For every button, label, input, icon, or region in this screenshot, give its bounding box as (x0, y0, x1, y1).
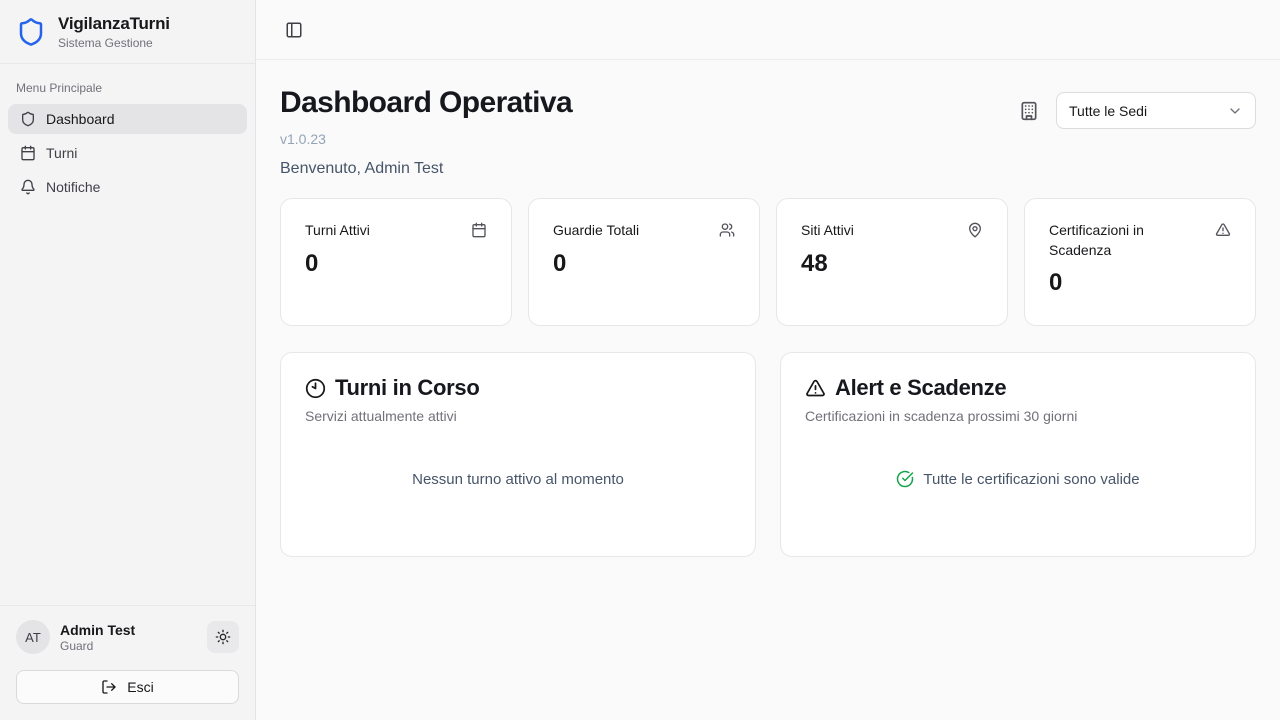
sidebar-menu: Dashboard Turni Notifiche (0, 104, 255, 202)
shield-icon (20, 111, 36, 127)
sidebar-item-label: Turni (46, 145, 77, 161)
bell-icon (20, 179, 36, 195)
calendar-icon (20, 145, 36, 161)
stat-value: 0 (1049, 269, 1231, 297)
logout-button[interactable]: Esci (16, 670, 239, 704)
stat-card-guardie-totali: Guardie Totali 0 (528, 198, 760, 326)
sidebar-item-label: Dashboard (46, 111, 115, 127)
empty-message: Nessun turno attivo al momento (412, 471, 624, 488)
building-icon (1019, 101, 1039, 121)
sidebar-item-turni[interactable]: Turni (8, 138, 247, 168)
panel-left-icon (285, 21, 303, 39)
panel-title-row: Turni in Corso (305, 375, 731, 401)
user-role: Guard (60, 639, 135, 653)
map-pin-icon (967, 222, 983, 238)
panel-turni-in-corso: Turni in Corso Servizi attualmente attiv… (280, 352, 756, 557)
stat-head: Guardie Totali (553, 221, 735, 241)
panel-title: Turni in Corso (335, 375, 480, 401)
dashboard-content: Dashboard Operativa v1.0.23 Benvenuto, A… (256, 60, 1280, 581)
stat-head: Turni Attivi (305, 221, 487, 241)
sidebar-footer: AT Admin Test Guard Esci (0, 605, 255, 720)
stat-label: Certificazioni in Scadenza (1049, 221, 1207, 260)
main-area: Dashboard Operativa v1.0.23 Benvenuto, A… (256, 0, 1280, 720)
avatar: AT (16, 620, 50, 654)
sidebar-item-label: Notifiche (46, 179, 100, 195)
alert-triangle-icon (1215, 222, 1231, 238)
stat-card-siti-attivi: Siti Attivi 48 (776, 198, 1008, 326)
brand-text: VigilanzaTurni Sistema Gestione (58, 14, 170, 50)
topbar (256, 0, 1280, 60)
calendar-icon (471, 222, 487, 238)
stat-value: 48 (801, 250, 983, 278)
version-label: v1.0.23 (280, 131, 572, 147)
users-icon (719, 222, 735, 238)
app-subtitle: Sistema Gestione (58, 36, 170, 50)
user-info: AT Admin Test Guard (16, 620, 239, 654)
app-title: VigilanzaTurni (58, 14, 170, 34)
sidebar-item-notifiche[interactable]: Notifiche (8, 172, 247, 202)
logout-icon (101, 679, 117, 695)
panel-title: Alert e Scadenze (835, 375, 1006, 401)
check-circle-icon (896, 470, 914, 488)
shield-logo-icon (16, 17, 46, 47)
welcome-text: Benvenuto, Admin Test (280, 160, 572, 178)
panel-empty-state: Tutte le certificazioni sono valide (805, 424, 1231, 534)
page-header-right: Tutte le Sedi (1019, 92, 1256, 129)
stat-head: Certificazioni in Scadenza (1049, 221, 1231, 260)
valid-message: Tutte le certificazioni sono valide (923, 471, 1139, 488)
panel-title-row: Alert e Scadenze (805, 375, 1231, 401)
sidebar-item-dashboard[interactable]: Dashboard (8, 104, 247, 134)
panels-grid: Turni in Corso Servizi attualmente attiv… (280, 352, 1256, 557)
stat-value: 0 (305, 250, 487, 278)
user-name: Admin Test (60, 622, 135, 638)
stat-label: Turni Attivi (305, 221, 370, 241)
sidebar-toggle-button[interactable] (280, 16, 308, 44)
page-header-left: Dashboard Operativa v1.0.23 Benvenuto, A… (280, 86, 572, 178)
stat-card-certificazioni: Certificazioni in Scadenza 0 (1024, 198, 1256, 326)
user-text: Admin Test Guard (60, 622, 135, 653)
site-filter-select[interactable]: Tutte le Sedi (1056, 92, 1256, 129)
theme-toggle-button[interactable] (207, 621, 239, 653)
page-title: Dashboard Operativa (280, 86, 572, 120)
stat-label: Siti Attivi (801, 221, 854, 241)
certifications-valid-row: Tutte le certificazioni sono valide (896, 470, 1139, 488)
stat-card-turni-attivi: Turni Attivi 0 (280, 198, 512, 326)
menu-section-label: Menu Principale (0, 64, 255, 104)
alert-triangle-icon (805, 378, 826, 399)
chevron-down-icon (1227, 103, 1243, 119)
sun-icon (215, 629, 231, 645)
stat-label: Guardie Totali (553, 221, 639, 241)
sidebar: VigilanzaTurni Sistema Gestione Menu Pri… (0, 0, 256, 720)
logout-label: Esci (127, 679, 153, 695)
panel-subtitle: Certificazioni in scadenza prossimi 30 g… (805, 408, 1231, 424)
stat-head: Siti Attivi (801, 221, 983, 241)
panel-subtitle: Servizi attualmente attivi (305, 408, 731, 424)
stats-grid: Turni Attivi 0 Guardie Totali (280, 198, 1256, 326)
panel-alert-scadenze: Alert e Scadenze Certificazioni in scade… (780, 352, 1256, 557)
clock-icon (305, 378, 326, 399)
stat-value: 0 (553, 250, 735, 278)
app-brand: VigilanzaTurni Sistema Gestione (0, 0, 255, 64)
panel-empty-state: Nessun turno attivo al momento (305, 424, 731, 534)
page-header: Dashboard Operativa v1.0.23 Benvenuto, A… (280, 86, 1256, 178)
site-filter-value: Tutte le Sedi (1069, 103, 1147, 119)
